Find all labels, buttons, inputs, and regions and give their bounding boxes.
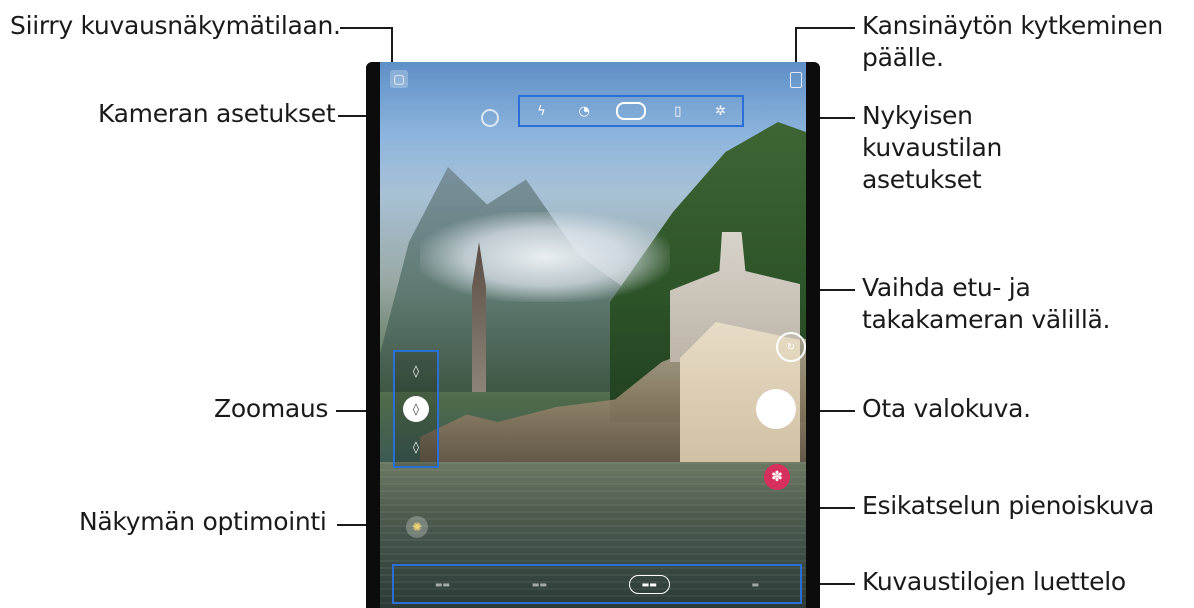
callout-current-mode-settings: Nykyisen kuvaustilan asetukset [862, 100, 1112, 196]
callout-preview-thumbnail: Esikatselun pienoiskuva [862, 491, 1154, 520]
cloud [420, 212, 670, 302]
motion-photo-icon[interactable]: ▯ [667, 100, 689, 122]
switch-camera-icon[interactable]: ↻ [776, 332, 806, 362]
gear-icon[interactable] [481, 109, 499, 127]
callout-zoom: Zoomaus [214, 394, 329, 423]
callout-camera-settings: Kameran asetukset [98, 99, 336, 128]
flower-icon[interactable]: ✽ [764, 464, 790, 490]
mode-item[interactable]: ▬▬ [532, 580, 547, 589]
callout-cover-screen: Kansinäytön kytkeminen päälle. [862, 10, 1182, 74]
filter-icon[interactable]: ✲ [710, 100, 732, 122]
phone-frame: ▢ ϟ ◔ ▯ ✲ ◊ ◊ ◊ ✺ ↻ ✽ ▬▬ ▬▬ ▬▬ ▬ [366, 62, 820, 608]
callout-view-mode: Siirry kuvausnäkymätilaan. [10, 11, 341, 40]
scene-optimizer-icon[interactable]: ✺ [406, 516, 428, 538]
mode-item-active[interactable]: ▬▬ [628, 574, 670, 594]
callout-cover-screen-text: Kansinäytön kytkeminen päälle. [862, 11, 1163, 72]
callout-switch-camera-text: Vaihda etu- ja takakameran välillä. [862, 273, 1111, 334]
mode-item[interactable]: ▬ [752, 580, 760, 589]
shooting-mode-list[interactable]: ▬▬ ▬▬ ▬▬ ▬ [392, 564, 802, 604]
callout-current-mode-settings-text: Nykyisen kuvaustilan asetukset [862, 101, 1003, 194]
callout-take-photo: Ota valokuva. [862, 394, 1031, 423]
tele-icon[interactable]: ◊ [403, 434, 429, 460]
wide-icon[interactable]: ◊ [403, 396, 429, 422]
leader-line-cover-screen [795, 27, 855, 29]
cover-screen-icon[interactable] [790, 72, 802, 88]
timer-icon[interactable]: ◔ [573, 100, 595, 122]
zoom-controls: ◊ ◊ ◊ [393, 350, 439, 468]
shutter-button[interactable] [756, 389, 796, 429]
leader-line-view-mode [340, 27, 392, 29]
flash-icon[interactable]: ϟ [530, 100, 552, 122]
callout-optimizer: Näkymän optimointi [79, 507, 327, 536]
camera-viewfinder[interactable]: ▢ ϟ ◔ ▯ ✲ ◊ ◊ ◊ ✺ ↻ ✽ ▬▬ ▬▬ ▬▬ ▬ [380, 62, 806, 608]
ratio-icon[interactable] [615, 102, 646, 120]
mode-item[interactable]: ▬▬ [435, 580, 450, 589]
callout-mode-list: Kuvaustilojen luettelo [862, 567, 1126, 596]
ultra-wide-icon[interactable]: ◊ [403, 358, 429, 384]
view-mode-icon[interactable]: ▢ [390, 70, 408, 88]
callout-switch-camera: Vaihda etu- ja takakameran välillä. [862, 272, 1192, 336]
current-mode-settings-bar: ϟ ◔ ▯ ✲ [518, 95, 744, 127]
